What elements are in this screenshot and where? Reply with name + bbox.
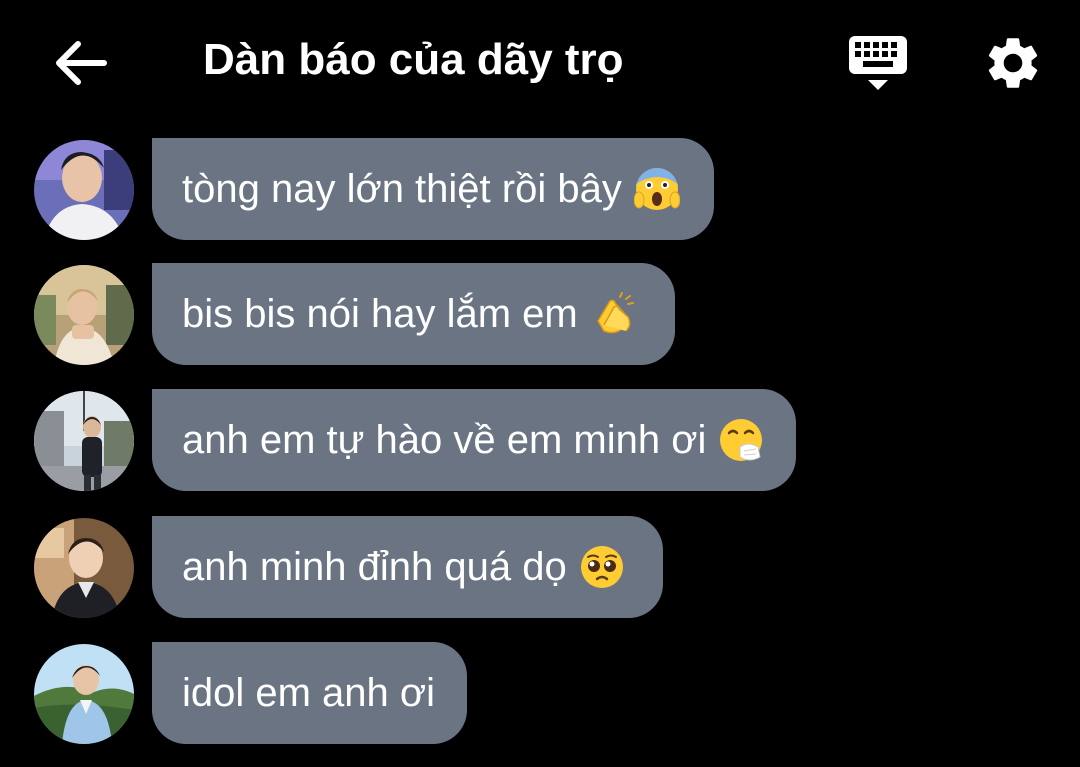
message-row: idol em anh ơi bbox=[34, 642, 1034, 746]
message-row: tòng nay lớn thiệt rồi bây bbox=[34, 138, 1034, 242]
avatar[interactable] bbox=[34, 265, 134, 365]
clapping-hands-emoji bbox=[596, 292, 634, 334]
message-row: bis bis nói hay lắm em bbox=[34, 263, 1034, 367]
message-row: anh minh đỉnh quá dọ bbox=[34, 516, 1034, 620]
arrow-left-icon bbox=[56, 41, 107, 85]
pleading-face-emoji bbox=[580, 546, 623, 588]
message-bubble[interactable]: tòng nay lớn thiệt rồi bây bbox=[152, 138, 714, 240]
chat-title: Dàn báo của dãy trọ bbox=[203, 35, 624, 84]
avatar[interactable] bbox=[34, 391, 134, 491]
message-text: bis bis nói hay lắm em bbox=[182, 292, 578, 336]
message-bubble[interactable]: anh em tự hào về em minh ơi bbox=[152, 389, 796, 491]
sneezing-face-emoji bbox=[720, 419, 763, 461]
message-text: anh minh đỉnh quá dọ bbox=[182, 545, 567, 589]
message-bubble[interactable]: anh minh đỉnh quá dọ bbox=[152, 516, 663, 618]
message-text: tòng nay lớn thiệt rồi bây bbox=[182, 167, 622, 211]
back-button[interactable] bbox=[50, 36, 108, 90]
chat-header: Dàn báo của dãy trọ bbox=[0, 0, 1080, 122]
message-text: idol em anh ơi bbox=[182, 671, 436, 715]
keyboard-icon bbox=[849, 36, 907, 90]
keyboard-button[interactable] bbox=[845, 32, 911, 94]
avatar[interactable] bbox=[34, 140, 134, 240]
message-bubble[interactable]: bis bis nói hay lắm em bbox=[152, 263, 675, 365]
avatar[interactable] bbox=[34, 518, 134, 618]
gear-icon bbox=[988, 38, 1038, 88]
message-text: anh em tự hào về em minh ơi bbox=[182, 418, 707, 462]
message-row: anh em tự hào về em minh ơi bbox=[34, 389, 1034, 493]
avatar[interactable] bbox=[34, 644, 134, 744]
face-screaming-in-fear-emoji bbox=[633, 168, 680, 210]
message-bubble[interactable]: idol em anh ơi bbox=[152, 642, 467, 744]
settings-button[interactable] bbox=[982, 32, 1044, 94]
